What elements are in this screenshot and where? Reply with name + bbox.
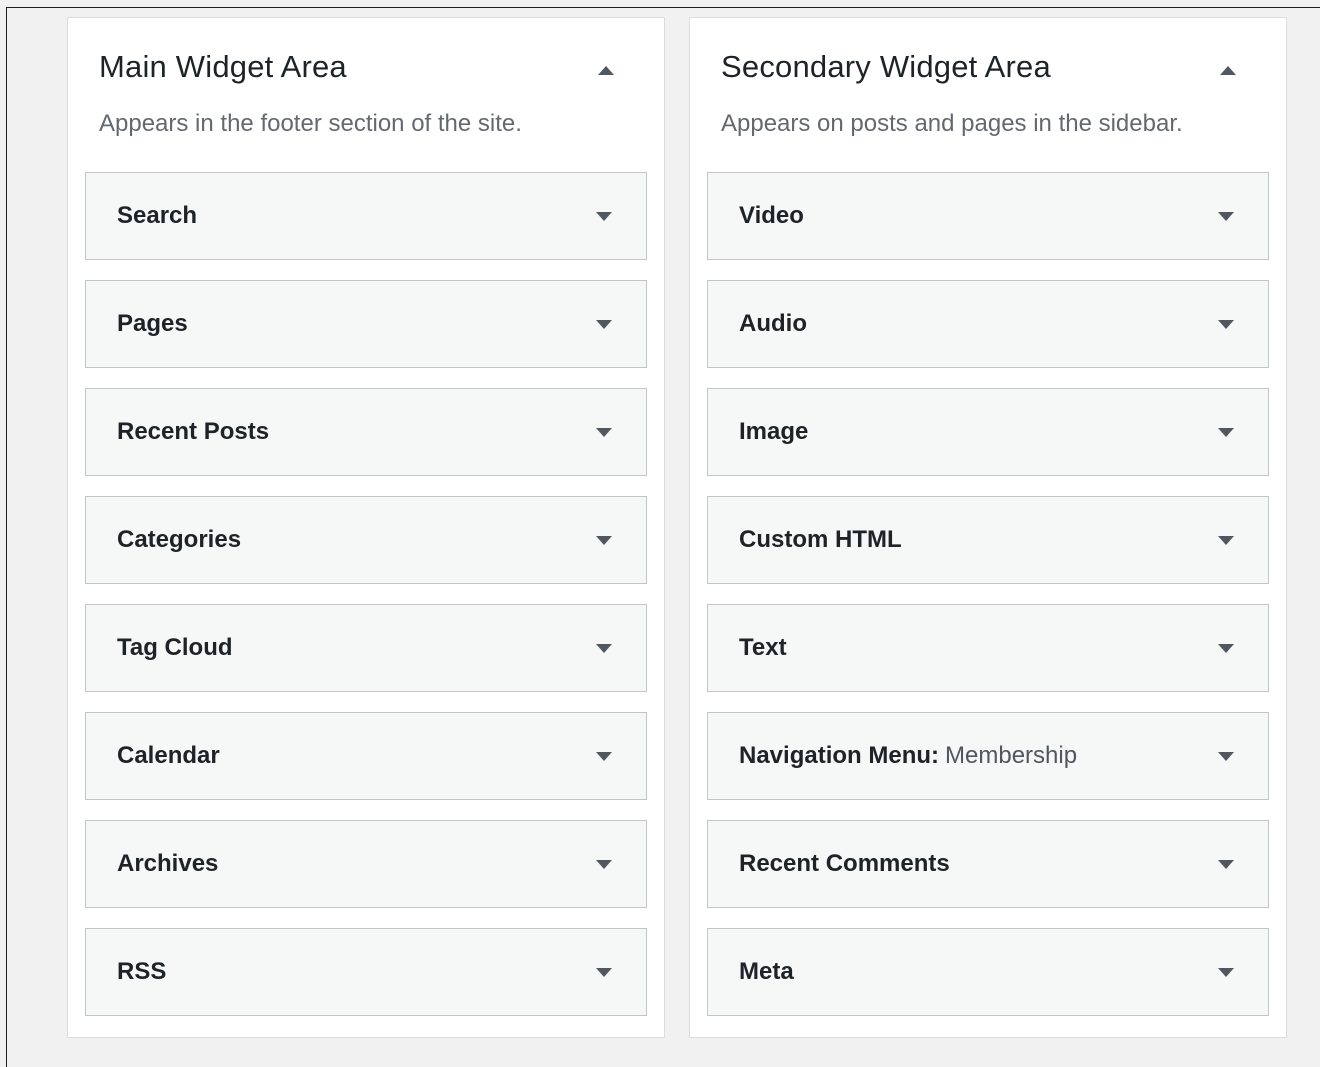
widget-subtitle: Membership [945,742,1078,769]
widget-title: Custom HTML [739,526,902,553]
arrow-down-icon[interactable] [592,205,616,229]
widget-title: Video [739,202,804,229]
widget-pages[interactable]: Pages [85,280,647,368]
widget-text[interactable]: Text [707,604,1269,692]
widget-recent-posts[interactable]: Recent Posts [85,388,647,476]
arrow-down-icon[interactable] [592,529,616,553]
widget-recent-comments[interactable]: Recent Comments [707,820,1269,908]
widget-meta[interactable]: Meta [707,928,1269,1016]
widget-image[interactable]: Image [707,388,1269,476]
widget-video[interactable]: Video [707,172,1269,260]
arrow-down-icon[interactable] [592,313,616,337]
arrow-down-icon[interactable] [1214,313,1238,337]
arrow-up-icon[interactable] [594,58,618,82]
widgets-screen: Main Widget Area Appears in the footer s… [6,7,1320,1067]
arrow-down-icon[interactable] [1214,853,1238,877]
widget-categories[interactable]: Categories [85,496,647,584]
arrow-up-icon[interactable] [1216,58,1240,82]
secondary-widget-area-title: Secondary Widget Area [721,49,1051,84]
widget-rss[interactable]: RSS [85,928,647,1016]
widget-title: Calendar [117,742,220,769]
main-widget-area-title: Main Widget Area [99,49,347,84]
widget-title: Text [739,634,787,661]
widget-title: Recent Posts [117,418,270,445]
widget-tag-cloud[interactable]: Tag Cloud [85,604,647,692]
widget-title: Pages [117,310,188,337]
arrow-down-icon[interactable] [1214,421,1238,445]
arrow-down-icon[interactable] [1214,637,1238,661]
widget-title: Audio [739,310,807,337]
widget-navigation-menu[interactable]: Navigation Menu: Membership [707,712,1269,800]
widget-audio[interactable]: Audio [707,280,1269,368]
arrow-down-icon[interactable] [592,961,616,985]
widget-title: Image [739,418,809,445]
arrow-down-icon[interactable] [1214,205,1238,229]
main-widget-area-header[interactable]: Main Widget Area [68,18,664,118]
arrow-down-icon[interactable] [592,853,616,877]
main-widget-area: Main Widget Area Appears in the footer s… [67,17,665,1038]
secondary-widget-area-description: Appears on posts and pages in the sideba… [721,110,1183,137]
widget-title: Meta [739,958,794,985]
widget-title: Categories [117,526,242,553]
secondary-widget-area: Secondary Widget Area Appears on posts a… [689,17,1287,1038]
arrow-down-icon[interactable] [1214,745,1238,769]
widget-title: RSS [117,958,167,985]
arrow-down-icon[interactable] [1214,529,1238,553]
secondary-widget-area-header[interactable]: Secondary Widget Area [690,18,1286,118]
widget-title: Search [117,202,198,229]
widget-title: Navigation Menu: Membership [739,742,1078,769]
main-widget-area-description: Appears in the footer section of the sit… [99,110,522,137]
arrow-down-icon[interactable] [1214,961,1238,985]
widget-search[interactable]: Search [85,172,647,260]
arrow-down-icon[interactable] [592,745,616,769]
widget-title: Tag Cloud [117,634,233,661]
arrow-down-icon[interactable] [592,421,616,445]
widget-calendar[interactable]: Calendar [85,712,647,800]
arrow-down-icon[interactable] [592,637,616,661]
widget-title: Recent Comments [739,850,950,877]
widget-archives[interactable]: Archives [85,820,647,908]
widget-title: Archives [117,850,219,877]
widget-custom-html[interactable]: Custom HTML [707,496,1269,584]
